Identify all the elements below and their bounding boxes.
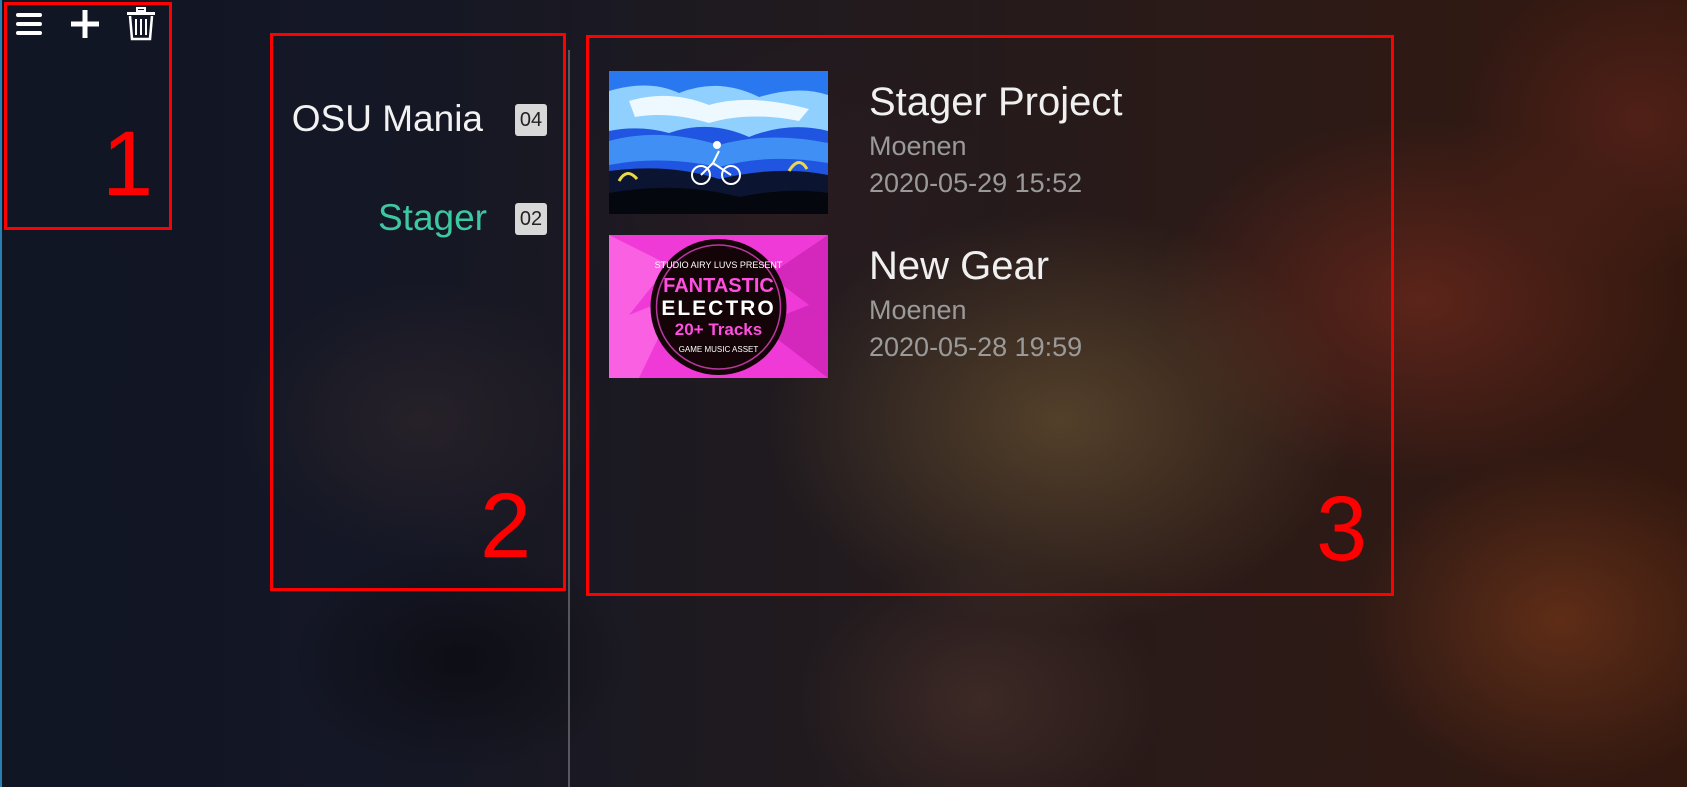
annotation-number-1: 1 bbox=[102, 113, 154, 215]
annotation-number-3: 3 bbox=[1316, 478, 1368, 580]
annotation-number-2: 2 bbox=[480, 475, 532, 577]
window-edge bbox=[0, 0, 2, 787]
annotation-box-3 bbox=[586, 35, 1394, 596]
panel-divider bbox=[568, 50, 570, 787]
